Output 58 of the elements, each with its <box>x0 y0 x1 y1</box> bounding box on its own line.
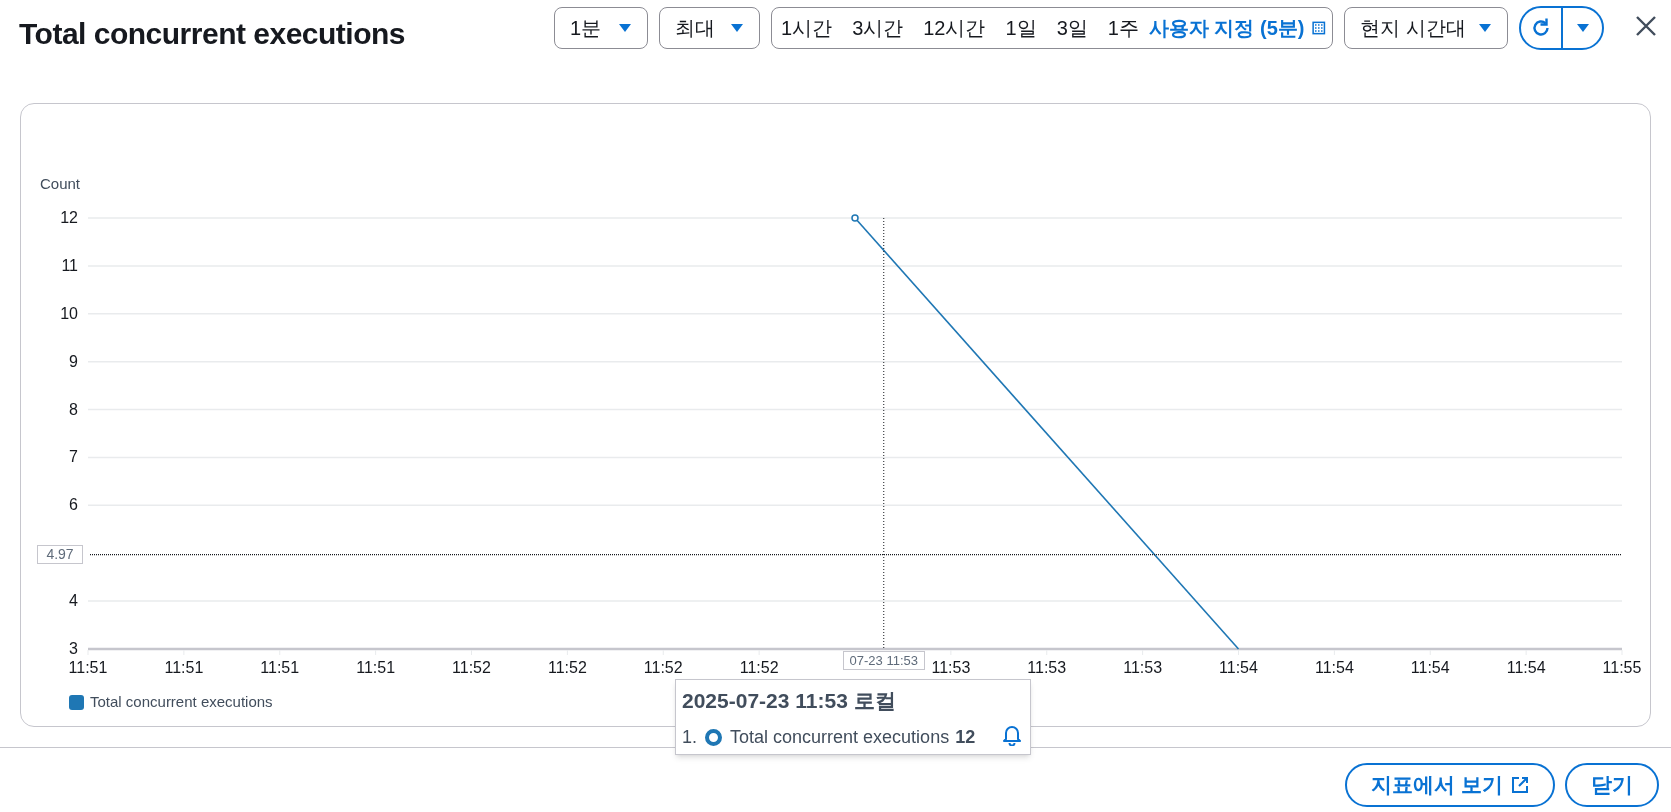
period-dropdown[interactable]: 1분 <box>554 7 648 49</box>
axis-label: 11:55 <box>1602 659 1642 676</box>
refresh-icon <box>1530 17 1552 39</box>
axis-label: 11:51 <box>68 659 108 676</box>
axis-label: 12 <box>60 209 78 226</box>
time-range-option[interactable]: 3시간 <box>852 13 904 43</box>
caret-icon <box>730 23 744 33</box>
series-value: 12 <box>955 726 976 749</box>
axis-label: 11:51 <box>164 659 204 676</box>
caret-icon <box>1478 23 1492 33</box>
crosshair-time-label: 07-23 11:53 <box>842 651 925 670</box>
axis-label: 11:52 <box>739 659 779 676</box>
axis-label: 8 <box>69 400 78 418</box>
time-range-option[interactable]: 3일 <box>1056 13 1088 43</box>
data-point <box>851 214 859 222</box>
view-in-metrics-button[interactable]: 지표에서 보기 <box>1345 763 1555 807</box>
time-range-option[interactable]: 12시간 <box>923 13 986 43</box>
axis-label: 11:52 <box>643 659 683 676</box>
bell-icon[interactable] <box>1002 723 1022 746</box>
time-range-option[interactable]: 1일 <box>1005 13 1037 43</box>
axis-label: 11:54 <box>1410 659 1450 676</box>
external-link-icon <box>1511 776 1529 794</box>
caret-icon <box>1575 23 1590 33</box>
close-dialog-button[interactable]: 닫기 <box>1565 763 1659 807</box>
axis-label: 10 <box>60 304 78 322</box>
dialog-title: Total concurrent executions <box>19 16 406 52</box>
axis-label: 11:51 <box>260 659 300 676</box>
time-range-option[interactable]: 1시간 <box>781 13 833 43</box>
axis-label: 11 <box>61 256 78 274</box>
axis-label: 11:53 <box>931 659 971 676</box>
axis-label: 7 <box>69 448 78 466</box>
axis-label: 9 <box>69 352 78 370</box>
axis-label: 3 <box>69 640 78 657</box>
close-icon <box>1635 15 1657 37</box>
axis-label: 11:54 <box>1506 659 1546 676</box>
series-name: Total concurrent executions <box>730 726 950 749</box>
time-range-option[interactable]: 1주 <box>1107 13 1139 43</box>
calendar-icon[interactable] <box>1312 19 1326 37</box>
crosshair-value-label: 4.97 <box>37 545 83 565</box>
axis-title: Count <box>40 175 81 192</box>
legend-label[interactable]: Total concurrent executions <box>90 691 273 714</box>
axis-label: 11:53 <box>1123 659 1163 676</box>
axis-label: 11:54 <box>1219 659 1258 676</box>
axis-label: 11:54 <box>1314 659 1354 676</box>
axis-label: 4 <box>69 592 78 610</box>
time-range-option[interactable]: 사용자 지정 (5분) <box>1148 13 1305 43</box>
legend-swatch[interactable] <box>69 694 84 710</box>
close-button[interactable] <box>1635 15 1657 37</box>
axis-label: 6 <box>69 496 78 514</box>
tooltip-title: 2025-07-23 11:53 로컬 <box>682 688 897 714</box>
axis-label: 11:52 <box>547 659 587 676</box>
axis-label: 11:51 <box>356 659 396 676</box>
caret-icon <box>618 23 632 33</box>
timezone-dropdown[interactable]: 현지 시간대 <box>1344 7 1508 49</box>
axis-label: 11:53 <box>1027 659 1067 676</box>
axis-label: 11:52 <box>452 659 491 676</box>
statistic-dropdown[interactable]: 최대 <box>659 7 760 49</box>
item-index: 1. <box>682 726 697 749</box>
